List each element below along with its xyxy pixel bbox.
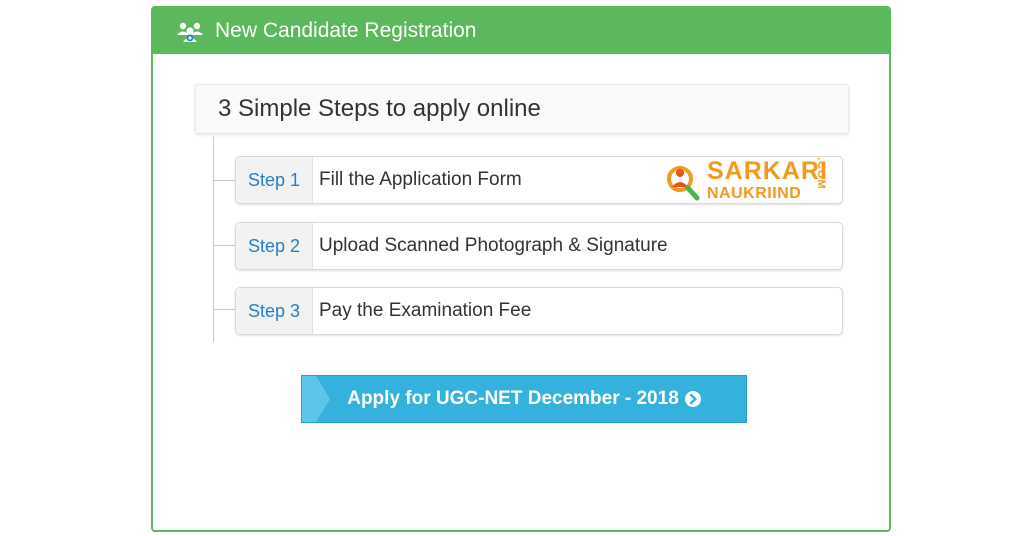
apply-button[interactable]: Apply for UGC-NET December - 2018	[301, 375, 747, 423]
magnifier-icon	[667, 166, 700, 201]
timeline-connector	[213, 180, 235, 181]
timeline-connector	[213, 245, 235, 246]
step-2: Step 2 Upload Scanned Photograph & Signa…	[235, 222, 843, 270]
step-text: Pay the Examination Fee	[319, 300, 532, 321]
registration-panel: New Candidate Registration 3 Simple Step…	[151, 6, 891, 532]
step-text: Fill the Application Form	[319, 169, 522, 190]
timeline-connector	[213, 309, 235, 310]
watermark-logo: SARKARI NAUKRIIND .COM	[663, 155, 833, 213]
panel-title: New Candidate Registration	[215, 19, 477, 42]
panel-header: New Candidate Registration	[153, 8, 889, 54]
watermark-line2: NAUKRIIND	[707, 185, 802, 202]
step-label: Step 1	[236, 157, 313, 203]
timeline-line	[213, 136, 214, 342]
step-3: Step 3 Pay the Examination Fee	[235, 287, 843, 335]
step-text: Upload Scanned Photograph & Signature	[319, 235, 668, 256]
step-label: Step 3	[236, 288, 313, 334]
apply-button-label: Apply for UGC-NET December - 2018	[347, 388, 679, 409]
button-chevron-decoration	[302, 376, 330, 422]
watermark-line1: SARKARI	[707, 157, 828, 185]
step-label: Step 2	[236, 223, 313, 269]
watermark-suffix: .COM	[815, 157, 827, 190]
steps-heading-text: 3 Simple Steps to apply online	[218, 95, 541, 122]
chevron-circle-right-icon	[684, 391, 701, 407]
users-icon	[175, 19, 205, 43]
steps-heading: 3 Simple Steps to apply online	[195, 84, 849, 134]
